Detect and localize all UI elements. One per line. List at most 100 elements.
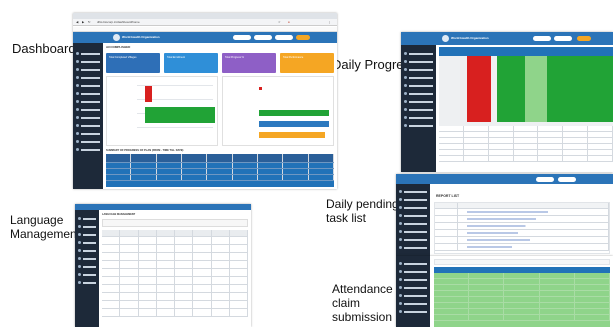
sidebar-item[interactable] bbox=[399, 309, 427, 314]
sidebar-item[interactable] bbox=[78, 280, 96, 285]
table-row[interactable] bbox=[106, 175, 334, 181]
sidebar-item[interactable] bbox=[76, 59, 100, 64]
sidebar-item[interactable] bbox=[78, 256, 96, 261]
sidebar-item[interactable] bbox=[404, 51, 433, 56]
sidebar-item[interactable] bbox=[76, 99, 100, 104]
sidebar-item[interactable] bbox=[404, 107, 433, 112]
sidebar-item[interactable] bbox=[78, 240, 96, 245]
sidebar-item[interactable] bbox=[399, 261, 427, 266]
sidebar-nav bbox=[75, 210, 99, 327]
filter-bar bbox=[102, 219, 248, 227]
sidebar-item[interactable] bbox=[76, 51, 100, 56]
menu-icon[interactable]: ⋮ bbox=[328, 21, 331, 24]
sidebar-nav bbox=[396, 184, 430, 256]
table-row[interactable] bbox=[102, 301, 248, 309]
sidebar-item[interactable] bbox=[76, 139, 100, 144]
sidebar-item[interactable] bbox=[404, 99, 433, 104]
header-dropdown-2[interactable] bbox=[558, 177, 576, 182]
table-row[interactable] bbox=[102, 245, 248, 253]
header-dropdown-1[interactable] bbox=[233, 35, 251, 40]
table-row[interactable] bbox=[102, 277, 248, 285]
sidebar-item[interactable] bbox=[76, 75, 100, 80]
caption-pending-line2: task list bbox=[326, 211, 367, 225]
list-item[interactable] bbox=[435, 230, 609, 237]
card-total-performance[interactable]: Total Performance bbox=[280, 53, 334, 73]
sidebar-item[interactable] bbox=[399, 285, 427, 290]
sidebar-item[interactable] bbox=[78, 264, 96, 269]
sidebar-item[interactable] bbox=[399, 277, 427, 282]
sidebar-item[interactable] bbox=[399, 245, 427, 250]
table-row[interactable] bbox=[102, 269, 248, 277]
sidebar-item[interactable] bbox=[399, 301, 427, 306]
header-button[interactable] bbox=[577, 36, 591, 41]
sidebar-item[interactable] bbox=[76, 107, 100, 112]
sidebar-item[interactable] bbox=[399, 269, 427, 274]
table-row[interactable] bbox=[434, 315, 611, 321]
header-dropdown-1[interactable] bbox=[536, 177, 554, 182]
table-row[interactable] bbox=[102, 309, 248, 317]
header-button[interactable] bbox=[296, 35, 310, 40]
sidebar-item[interactable] bbox=[78, 224, 96, 229]
sidebar-item[interactable] bbox=[76, 131, 100, 136]
sidebar-item[interactable] bbox=[404, 123, 433, 128]
sidebar-item[interactable] bbox=[399, 229, 427, 234]
sidebar-item[interactable] bbox=[399, 197, 427, 202]
sidebar-item[interactable] bbox=[404, 67, 433, 72]
card-total-villages[interactable]: Total Completed Villages bbox=[106, 53, 160, 73]
sidebar-item[interactable] bbox=[404, 115, 433, 120]
table-row[interactable] bbox=[102, 261, 248, 269]
sidebar-item[interactable] bbox=[399, 189, 427, 194]
app-header bbox=[396, 174, 613, 184]
sidebar-item[interactable] bbox=[399, 221, 427, 226]
sidebar-item[interactable] bbox=[78, 272, 96, 277]
table-row[interactable] bbox=[439, 156, 613, 162]
caption-language-management: Language Management bbox=[10, 213, 80, 241]
sidebar-item[interactable] bbox=[78, 232, 96, 237]
sidebar-item[interactable] bbox=[404, 91, 433, 96]
sidebar-item[interactable] bbox=[76, 91, 100, 96]
sidebar-item[interactable] bbox=[404, 83, 433, 88]
chart-bar-red bbox=[259, 87, 262, 90]
sidebar-item[interactable] bbox=[404, 75, 433, 80]
card-total-progress[interactable]: Total Progress % bbox=[222, 53, 276, 73]
reload-icon[interactable]: ↻ bbox=[88, 21, 91, 24]
header-dropdown-1[interactable] bbox=[533, 36, 551, 41]
caption-dashboard: Dashboard bbox=[12, 41, 76, 56]
sidebar-item[interactable] bbox=[78, 216, 96, 221]
sidebar-item[interactable] bbox=[76, 147, 100, 152]
sidebar-item[interactable] bbox=[399, 237, 427, 242]
list-item[interactable] bbox=[435, 216, 609, 223]
table-row[interactable] bbox=[102, 253, 248, 261]
list-item[interactable] bbox=[435, 223, 609, 230]
browser-addressbar: ◀ ▶ ↻ dhis.biocorp.in/dashboard/home ☆ ●… bbox=[73, 19, 337, 26]
sidebar-item[interactable] bbox=[76, 83, 100, 88]
card-total-enrollment[interactable]: Total Enrollment bbox=[164, 53, 218, 73]
sidebar-item[interactable] bbox=[404, 59, 433, 64]
sidebar-item[interactable] bbox=[399, 213, 427, 218]
forward-icon[interactable]: ▶ bbox=[82, 21, 84, 24]
sidebar-item[interactable] bbox=[76, 123, 100, 128]
dashboard-screenshot: ◀ ▶ ↻ dhis.biocorp.in/dashboard/home ☆ ●… bbox=[73, 13, 337, 189]
extensions-icon[interactable]: ● bbox=[288, 21, 290, 24]
list-item[interactable] bbox=[435, 244, 609, 251]
sidebar-item[interactable] bbox=[399, 205, 427, 210]
back-icon[interactable]: ◀ bbox=[76, 21, 78, 24]
filter-bar bbox=[434, 259, 610, 265]
sidebar-item[interactable] bbox=[78, 248, 96, 253]
list-item[interactable] bbox=[435, 209, 609, 216]
header-dropdown-3[interactable] bbox=[275, 35, 293, 40]
table-row[interactable] bbox=[102, 293, 248, 301]
star-icon[interactable]: ☆ bbox=[278, 21, 281, 24]
sidebar-item[interactable] bbox=[76, 67, 100, 72]
language-table bbox=[102, 230, 248, 325]
list-item[interactable] bbox=[435, 237, 609, 244]
header-dropdown-2[interactable] bbox=[254, 35, 272, 40]
table-row[interactable] bbox=[102, 237, 248, 245]
header-dropdown-2[interactable] bbox=[554, 36, 572, 41]
who-logo-icon bbox=[113, 34, 120, 41]
caption-attendance-line2: claim bbox=[332, 296, 361, 310]
table-row[interactable] bbox=[102, 285, 248, 293]
browser-url[interactable]: dhis.biocorp.in/dashboard/home bbox=[97, 21, 140, 24]
sidebar-item[interactable] bbox=[76, 115, 100, 120]
sidebar-item[interactable] bbox=[399, 293, 427, 298]
